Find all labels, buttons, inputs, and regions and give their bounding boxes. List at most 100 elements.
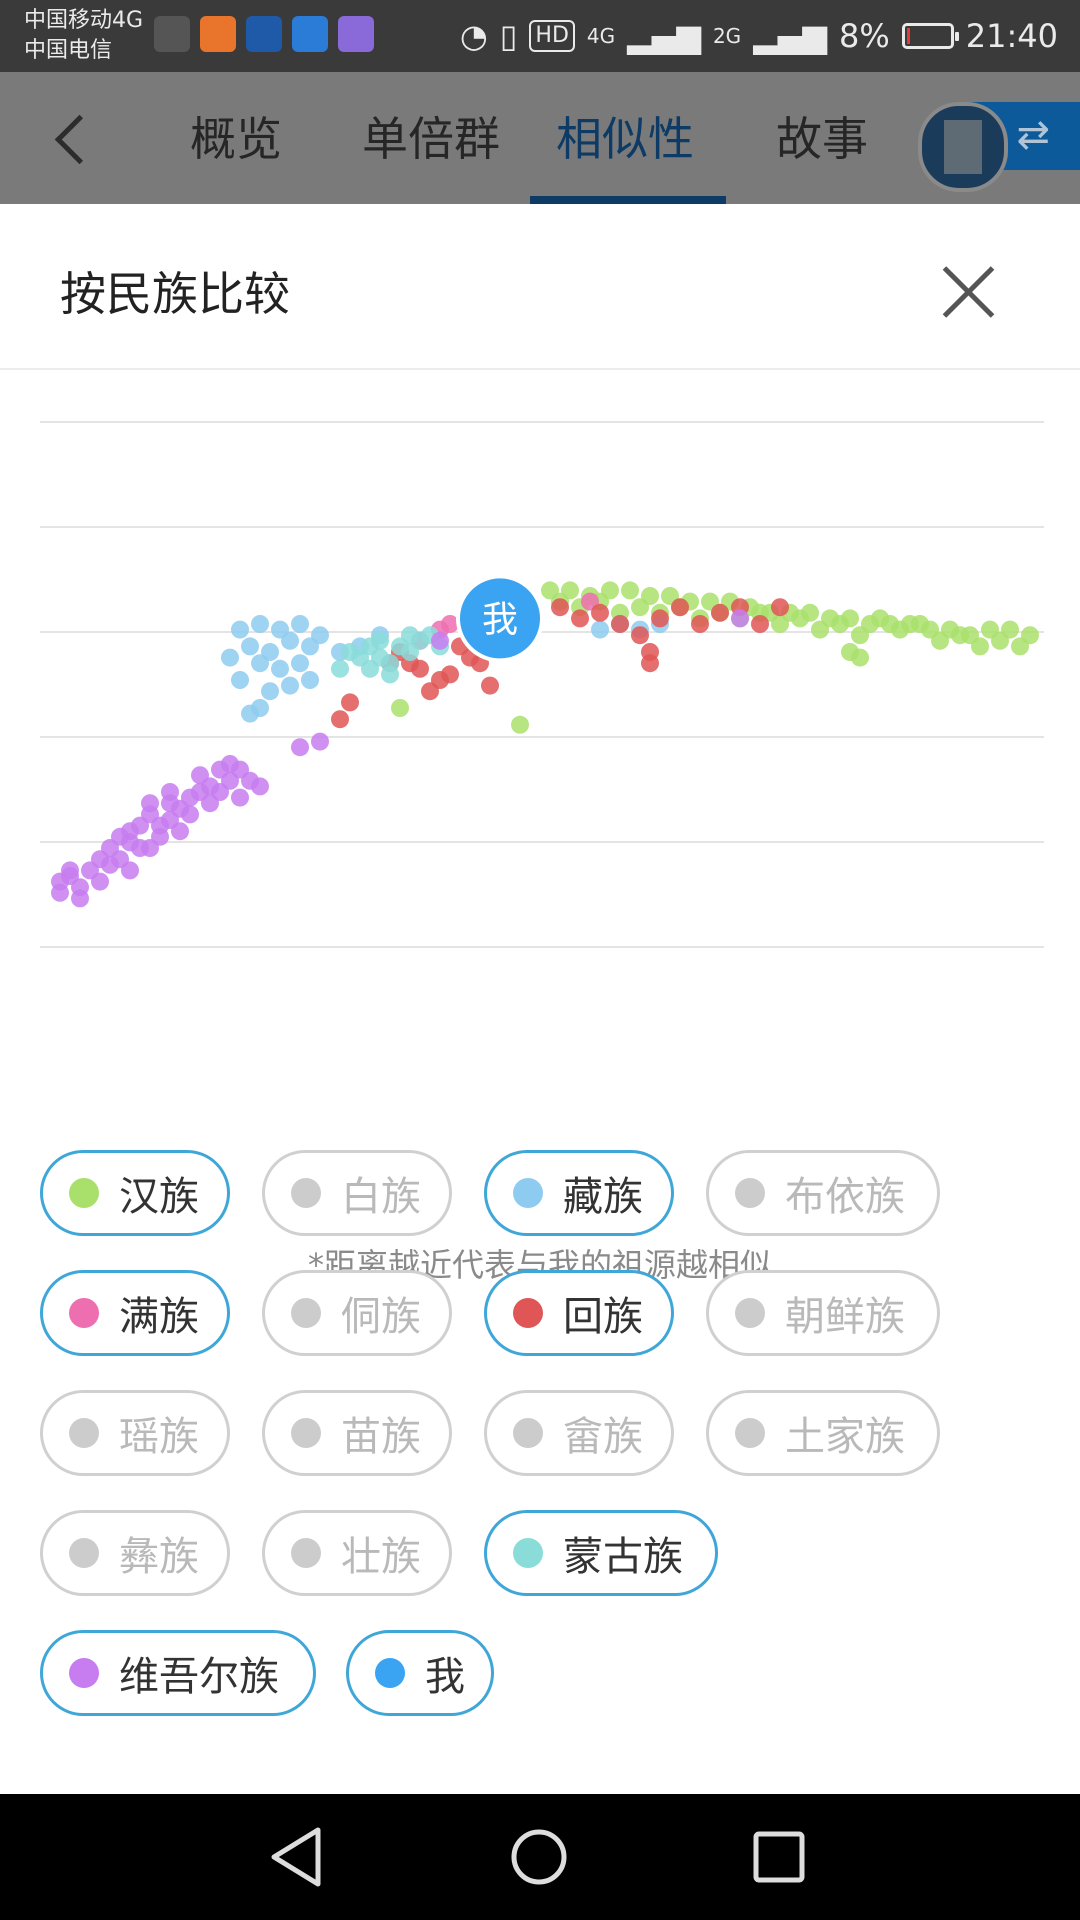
point-藏族-22 <box>591 620 609 639</box>
point-回族-0 <box>551 598 569 617</box>
legend-chip-label: 苗族 <box>341 1414 421 1460</box>
point-汉族-31 <box>811 620 829 639</box>
legend-chip-2[interactable]: 藏族 <box>484 1150 674 1236</box>
battery-percent: 8% <box>839 17 890 55</box>
point-回族-20 <box>411 659 429 678</box>
legend-dot-icon <box>513 1178 543 1208</box>
legend-chip-3[interactable]: 布依族 <box>706 1150 940 1236</box>
point-回族-2 <box>591 603 609 622</box>
legend-chip-label: 蒙古族 <box>563 1534 683 1580</box>
legend-chip-label: 瑶族 <box>119 1414 199 1460</box>
point-藏族-19 <box>301 671 319 689</box>
carrier-1: 中国移动4G <box>24 8 144 33</box>
legend-dot-icon <box>291 1538 321 1568</box>
point-回族-18 <box>481 676 499 695</box>
point-回族-5 <box>651 609 669 628</box>
point-回族-4 <box>631 626 649 645</box>
point-蒙古族-14 <box>371 631 389 650</box>
signal-icon: ▂▄▆ <box>627 17 701 55</box>
legend-chip-label: 回族 <box>563 1294 643 1340</box>
point-维吾尔族-35 <box>121 833 139 852</box>
legend-chip-12[interactable]: 彝族 <box>40 1510 230 1596</box>
point-蒙古族-13 <box>331 659 349 678</box>
legend-chip-14[interactable]: 蒙古族 <box>484 1510 718 1596</box>
legend-chip-5[interactable]: 侗族 <box>262 1270 452 1356</box>
legend-chip-10[interactable]: 畲族 <box>484 1390 674 1476</box>
point-回族-6 <box>671 598 689 617</box>
point-汉族-4 <box>621 581 639 600</box>
close-button[interactable] <box>930 254 1006 330</box>
legend-chip-label: 朝鲜族 <box>785 1294 905 1340</box>
point-回族-1 <box>571 609 589 628</box>
point-汉族-51 <box>391 699 409 717</box>
legend-dot-icon <box>513 1538 543 1568</box>
point-汉族-33 <box>891 620 909 639</box>
legend-chip-1[interactable]: 白族 <box>262 1150 452 1236</box>
point-维吾尔族-45 <box>71 889 89 908</box>
me-marker[interactable]: 我 <box>456 574 544 663</box>
point-蒙古族-12 <box>351 648 369 667</box>
point-回族-3 <box>611 615 629 633</box>
legend-chip-label: 汉族 <box>119 1174 199 1220</box>
point-维吾尔族-43 <box>731 609 749 628</box>
chat-app-icon <box>338 16 374 52</box>
legend-chip-8[interactable]: 瑶族 <box>40 1390 230 1476</box>
legend-chip-label: 白族 <box>341 1174 421 1220</box>
point-汉族-45 <box>871 609 889 628</box>
legend-chip-16[interactable]: 我 <box>346 1630 494 1716</box>
sheet-divider <box>0 368 1080 370</box>
point-回族-10 <box>751 615 769 633</box>
legend-chip-9[interactable]: 苗族 <box>262 1390 452 1476</box>
legend-chip-label: 壮族 <box>341 1534 421 1580</box>
point-回族-7 <box>691 615 709 633</box>
point-维吾尔族-34 <box>231 788 249 807</box>
tab-similarity[interactable]: 相似性 <box>556 106 694 172</box>
back-nav-icon[interactable] <box>266 1824 332 1890</box>
point-维吾尔族-39 <box>161 783 179 801</box>
legend-dot-icon <box>735 1298 765 1328</box>
back-button[interactable] <box>46 106 96 172</box>
me-marker-label: 我 <box>482 599 518 640</box>
point-维吾尔族-40 <box>291 738 309 757</box>
point-藏族-12 <box>291 654 309 673</box>
point-维吾尔族-28 <box>191 766 209 785</box>
legend-chip-0[interactable]: 汉族 <box>40 1150 230 1236</box>
legend-dot-icon <box>291 1178 321 1208</box>
legend-dot-icon <box>291 1418 321 1448</box>
legend-dot-icon <box>375 1658 405 1688</box>
legend-chip-label: 彝族 <box>119 1534 199 1580</box>
tab-story[interactable]: 故事 <box>776 106 868 172</box>
point-回族-11 <box>771 598 789 617</box>
legend-chip-15[interactable]: 维吾尔族 <box>40 1630 316 1716</box>
clock: 21:40 <box>965 17 1058 55</box>
recents-nav-icon[interactable] <box>746 1824 812 1890</box>
tab-overview[interactable]: 概览 <box>190 106 282 172</box>
point-汉族-43 <box>791 609 809 628</box>
legend-dot-icon <box>69 1538 99 1568</box>
point-藏族-17 <box>261 682 279 701</box>
point-汉族-44 <box>831 615 849 633</box>
carrier-2: 中国电信 <box>24 38 113 63</box>
home-nav-icon[interactable] <box>506 1824 572 1890</box>
legend-dot-icon <box>291 1298 321 1328</box>
avatar[interactable] <box>918 102 1008 192</box>
legend-chip-13[interactable]: 壮族 <box>262 1510 452 1596</box>
swap-icon: ⇄ <box>1016 112 1050 158</box>
point-汉族-46 <box>911 615 929 633</box>
legend-chip-7[interactable]: 朝鲜族 <box>706 1270 940 1356</box>
hd-voice-icon: HD <box>529 20 575 52</box>
legend-chip-11[interactable]: 土家族 <box>706 1390 940 1476</box>
point-藏族-3 <box>291 615 309 633</box>
legend-chip-4[interactable]: 满族 <box>40 1270 230 1356</box>
point-汉族-47 <box>951 626 969 645</box>
point-维吾尔族-44 <box>51 883 69 902</box>
point-藏族-21 <box>241 704 259 723</box>
uc-browser-icon <box>200 16 236 52</box>
system-nav-bar <box>0 1794 1080 1920</box>
tab-haplogroup[interactable]: 单倍群 <box>362 106 500 172</box>
similarity-scatter-chart: 我 <box>40 421 1044 948</box>
point-汉族-36 <box>1011 637 1029 656</box>
legend-chip-6[interactable]: 回族 <box>484 1270 674 1356</box>
battery-level <box>906 28 910 44</box>
point-回族-16 <box>421 682 439 701</box>
